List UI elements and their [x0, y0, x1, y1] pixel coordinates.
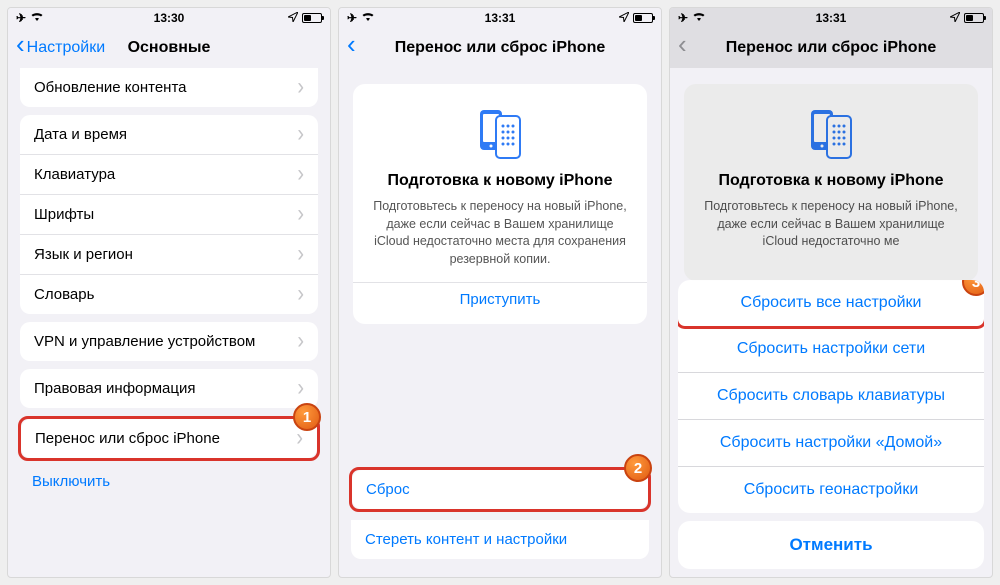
airplane-icon: ✈ [16, 11, 26, 25]
airplane-icon: ✈ [678, 11, 688, 25]
row-language-region[interactable]: Язык и регион [20, 235, 318, 275]
sheet-reset-home[interactable]: Сбросить настройки «Домой» [678, 420, 984, 467]
card-title: Подготовка к новому iPhone [369, 172, 631, 190]
row-label: Клавиатура [34, 166, 115, 183]
wifi-icon [692, 11, 706, 25]
row-reset[interactable]: Сброс [352, 470, 648, 509]
nav-title: Перенос или сброс iPhone [726, 39, 937, 57]
step-badge: 1 [293, 403, 321, 431]
back-button [678, 38, 687, 58]
phones-icon [369, 104, 631, 160]
shutdown-link[interactable]: Выключить [32, 473, 110, 490]
nav-bar: Перенос или сброс iPhone [670, 28, 992, 68]
airplane-icon: ✈ [347, 11, 357, 25]
status-bar: ✈ 13:31 [670, 8, 992, 28]
battery-icon [964, 13, 984, 23]
row-label: Перенос или сброс iPhone [35, 430, 220, 447]
status-bar: ✈ 13:31 [339, 8, 661, 28]
chevron-left-icon [678, 38, 687, 58]
screen-transfer-reset: ✈ 13:31 Перенос или сброс iPhone [338, 7, 662, 578]
sheet-cancel[interactable]: Отменить [678, 521, 984, 569]
location-icon [619, 11, 629, 25]
step-badge: 2 [624, 454, 652, 482]
back-button[interactable] [347, 38, 356, 58]
row-vpn[interactable]: VPN и управление устройством [20, 322, 318, 361]
group-2: VPN и управление устройством [20, 322, 318, 361]
row-content-update[interactable]: Обновление контента [20, 68, 318, 107]
location-icon [950, 11, 960, 25]
row-legal[interactable]: Правовая информация [20, 369, 318, 408]
group-0: Обновление контента [20, 68, 318, 107]
chevron-right-icon [297, 287, 304, 303]
row-label: Обновление контента [34, 79, 187, 96]
row-keyboard[interactable]: Клавиатура [20, 155, 318, 195]
status-bar: ✈ 13:30 [8, 8, 330, 28]
group-4: Перенос или сброс iPhone [21, 419, 317, 458]
bottom-actions: 2 Сброс Стереть контент и настройки [339, 459, 661, 567]
chevron-left-icon [347, 38, 356, 58]
row-label: Дата и время [34, 126, 127, 143]
chevron-right-icon [297, 80, 304, 96]
chevron-right-icon [297, 167, 304, 183]
row-date-time[interactable]: Дата и время [20, 115, 318, 155]
row-label: Язык и регион [34, 246, 133, 263]
action-sheet: 3 Сбросить все настройки Сбросить настро… [670, 272, 992, 577]
highlight-3: 3 Сбросить все настройки [678, 280, 984, 329]
card-title: Подготовка к новому iPhone [700, 172, 962, 190]
sheet-options: 3 Сбросить все настройки Сбросить настро… [678, 280, 984, 513]
sheet-reset-all[interactable]: Сбросить все настройки [678, 280, 984, 326]
row-label: Словарь [34, 286, 94, 303]
status-time: 13:30 [154, 11, 185, 25]
card-text: Подготовьтесь к переносу на новый iPhone… [700, 198, 962, 251]
card-text: Подготовьтесь к переносу на новый iPhone… [369, 198, 631, 268]
row-label: Сброс [366, 481, 410, 498]
battery-icon [633, 13, 653, 23]
row-dictionary[interactable]: Словарь [20, 275, 318, 314]
wifi-icon [30, 11, 44, 25]
back-button[interactable]: Настройки [16, 38, 105, 58]
erase-group: Стереть контент и настройки [351, 520, 649, 559]
status-time: 13:31 [485, 11, 516, 25]
screen-general-settings: ✈ 13:30 Настройки Основные Обновление ко… [7, 7, 331, 578]
battery-icon [302, 13, 322, 23]
row-erase[interactable]: Стереть контент и настройки [351, 520, 649, 559]
screen-reset-sheet: ✈ 13:31 Перенос или сброс iPhone [669, 7, 993, 578]
status-time: 13:31 [816, 11, 847, 25]
chevron-left-icon [16, 38, 25, 58]
highlight-1: 1 Перенос или сброс iPhone [18, 416, 320, 461]
row-transfer-reset[interactable]: Перенос или сброс iPhone [21, 419, 317, 458]
row-label: Шрифты [34, 206, 94, 223]
sheet-reset-location[interactable]: Сбросить геонастройки [678, 467, 984, 513]
location-icon [288, 11, 298, 25]
content-area: Подготовка к новому iPhone Подготовьтесь… [339, 68, 661, 577]
nav-bar: Перенос или сброс iPhone [339, 28, 661, 68]
chevron-right-icon [297, 334, 304, 350]
reset-group: Сброс [352, 470, 648, 509]
nav-title: Перенос или сброс iPhone [395, 39, 606, 57]
chevron-right-icon [296, 431, 303, 447]
sheet-reset-network[interactable]: Сбросить настройки сети [678, 326, 984, 373]
nav-title: Основные [128, 39, 211, 57]
chevron-right-icon [297, 127, 304, 143]
row-label: VPN и управление устройством [34, 333, 255, 350]
row-fonts[interactable]: Шрифты [20, 195, 318, 235]
group-1: Дата и время Клавиатура Шрифты Язык и ре… [20, 115, 318, 314]
chevron-right-icon [297, 247, 304, 263]
content-area: Обновление контента Дата и время Клавиат… [8, 68, 330, 577]
back-label: Настройки [27, 39, 105, 57]
nav-bar: Настройки Основные [8, 28, 330, 68]
prepare-card: Подготовка к новому iPhone Подготовьтесь… [353, 84, 647, 324]
card-action[interactable]: Приступить [353, 282, 647, 316]
chevron-right-icon [297, 207, 304, 223]
highlight-2: 2 Сброс [349, 467, 651, 512]
row-label: Правовая информация [34, 380, 195, 397]
prepare-card: Подготовка к новому iPhone Подготовьтесь… [684, 84, 978, 281]
group-3: Правовая информация [20, 369, 318, 408]
sheet-reset-keyboard-dict[interactable]: Сбросить словарь клавиатуры [678, 373, 984, 420]
wifi-icon [361, 11, 375, 25]
row-label: Стереть контент и настройки [365, 531, 567, 548]
phones-icon [700, 104, 962, 160]
chevron-right-icon [297, 381, 304, 397]
